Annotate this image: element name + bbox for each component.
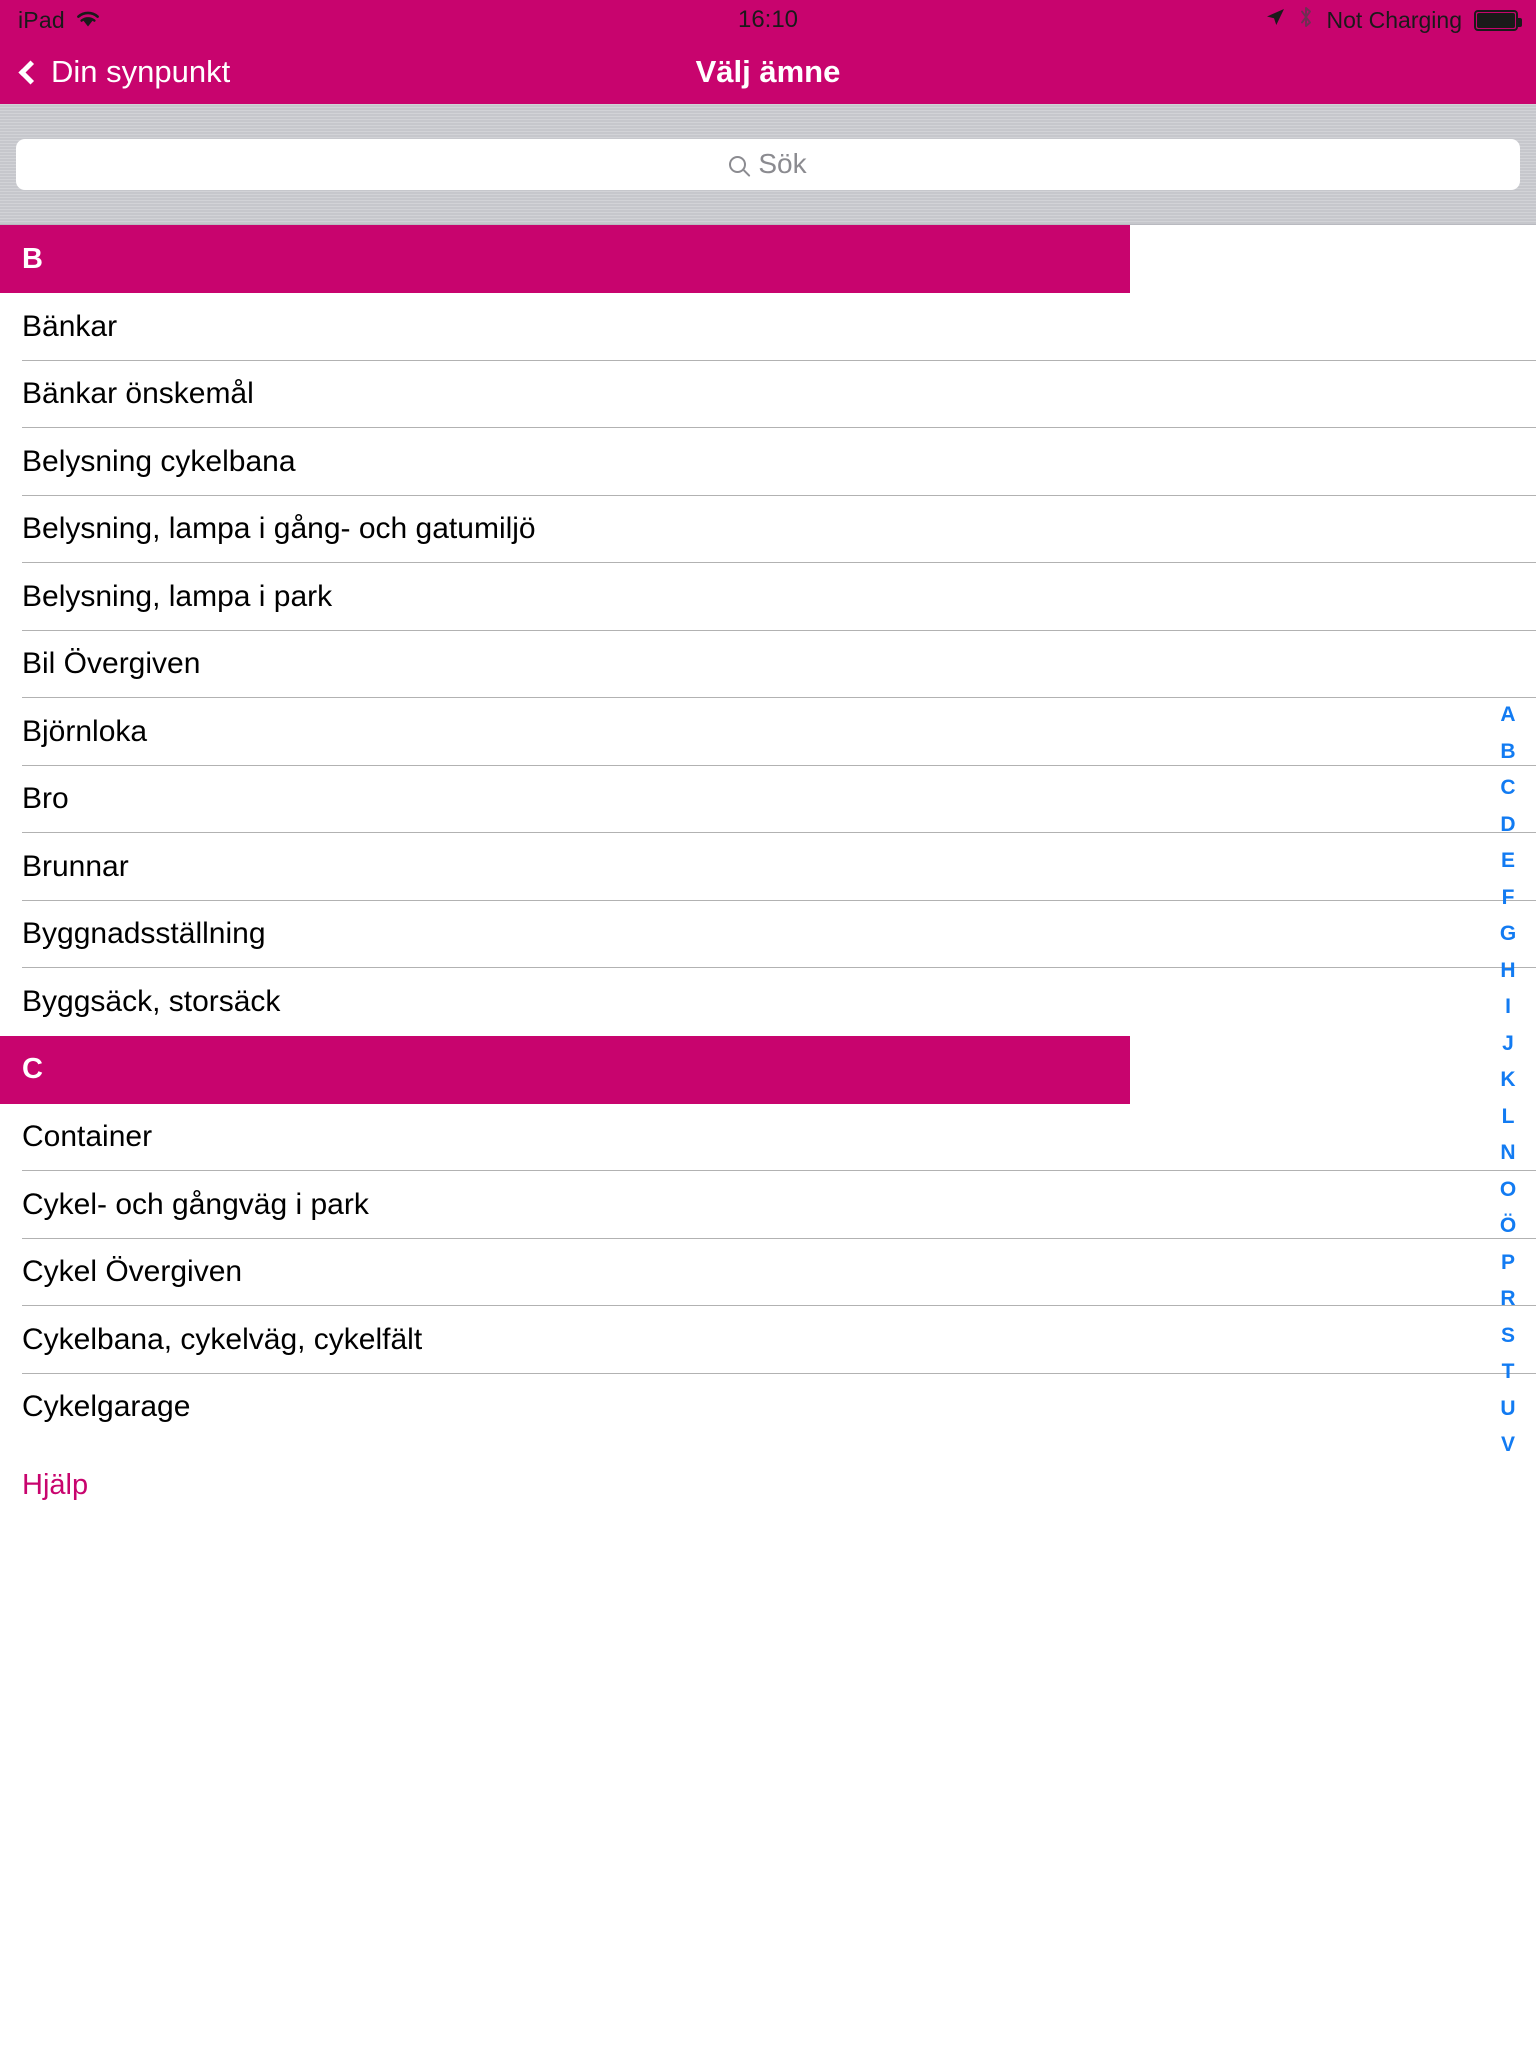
list-item[interactable]: Cykelgarage	[0, 1373, 1536, 1441]
index-letter-d[interactable]: D	[1488, 807, 1528, 844]
index-letter-e[interactable]: E	[1488, 843, 1528, 880]
topic-list: B Bänkar Bänkar önskemål Belysning cykel…	[0, 225, 1536, 1456]
index-letter-j[interactable]: J	[1488, 1026, 1528, 1063]
index-letter-o-umlaut[interactable]: Ö	[1488, 1208, 1528, 1245]
back-button[interactable]: Din synpunkt	[18, 54, 231, 90]
list-item[interactable]: Bro	[0, 765, 1536, 833]
back-button-label: Din synpunkt	[51, 54, 231, 89]
search-placeholder: Sök	[758, 148, 807, 179]
section-header-c: C	[0, 1035, 1130, 1104]
location-arrow-icon	[1264, 6, 1286, 34]
list-item[interactable]: Cykel- och gångväg i park	[0, 1171, 1536, 1239]
index-letter-n[interactable]: N	[1488, 1135, 1528, 1172]
section-header-b: B	[0, 225, 1130, 293]
index-letter-f[interactable]: F	[1488, 880, 1528, 917]
list-item[interactable]: Byggnadsställning	[0, 900, 1536, 968]
list-item[interactable]: Belysning cykelbana	[0, 428, 1536, 496]
list-item[interactable]: Cykelbana, cykelväg, cykelfält	[0, 1306, 1536, 1374]
list-item[interactable]: Belysning, lampa i gång- och gatumiljö	[0, 495, 1536, 563]
status-bar-right: Not Charging	[1264, 5, 1522, 35]
index-letter-k[interactable]: K	[1488, 1062, 1528, 1099]
list-item[interactable]: Cykel Övergiven	[0, 1238, 1536, 1306]
list-item[interactable]: Brunnar	[0, 833, 1536, 901]
status-bar: iPad 16:10 Not Charging	[0, 0, 1536, 40]
alphabet-index-bar[interactable]: A B C D E F G H I J K L N O Ö P R S T U …	[1488, 697, 1528, 1464]
index-letter-r[interactable]: R	[1488, 1281, 1528, 1318]
navigation-bar: Din synpunkt Välj ämne	[0, 40, 1536, 104]
list-item[interactable]: Björnloka	[0, 698, 1536, 766]
index-letter-o[interactable]: O	[1488, 1172, 1528, 1209]
search-icon	[729, 155, 747, 173]
index-letter-g[interactable]: G	[1488, 916, 1528, 953]
index-letter-c[interactable]: C	[1488, 770, 1528, 807]
footer: Hjälp	[0, 1441, 1536, 1502]
index-letter-t[interactable]: T	[1488, 1354, 1528, 1391]
index-letter-p[interactable]: P	[1488, 1245, 1528, 1282]
list-item[interactable]: Byggsäck, storsäck	[0, 968, 1536, 1036]
index-letter-l[interactable]: L	[1488, 1099, 1528, 1136]
bluetooth-icon	[1298, 5, 1314, 35]
list-item[interactable]: Bänkar önskemål	[0, 360, 1536, 428]
search-bar-container: Sök	[0, 104, 1536, 225]
index-letter-s[interactable]: S	[1488, 1318, 1528, 1355]
index-letter-h[interactable]: H	[1488, 953, 1528, 990]
list-item[interactable]: Bänkar	[0, 293, 1536, 361]
search-input[interactable]: Sök	[16, 138, 1520, 190]
list-item[interactable]: Bil Övergiven	[0, 630, 1536, 698]
chevron-left-icon	[18, 60, 43, 85]
index-letter-a[interactable]: A	[1488, 697, 1528, 734]
charging-status-label: Not Charging	[1326, 6, 1462, 33]
index-letter-i[interactable]: I	[1488, 989, 1528, 1026]
battery-full-icon	[1474, 9, 1522, 31]
index-letter-u[interactable]: U	[1488, 1391, 1528, 1428]
index-letter-b[interactable]: B	[1488, 734, 1528, 771]
index-letter-v[interactable]: V	[1488, 1427, 1528, 1464]
help-link[interactable]: Hjälp	[22, 1469, 88, 1502]
list-item[interactable]: Container	[0, 1103, 1536, 1171]
list-item[interactable]: Belysning, lampa i park	[0, 563, 1536, 631]
page-title: Välj ämne	[695, 54, 841, 89]
